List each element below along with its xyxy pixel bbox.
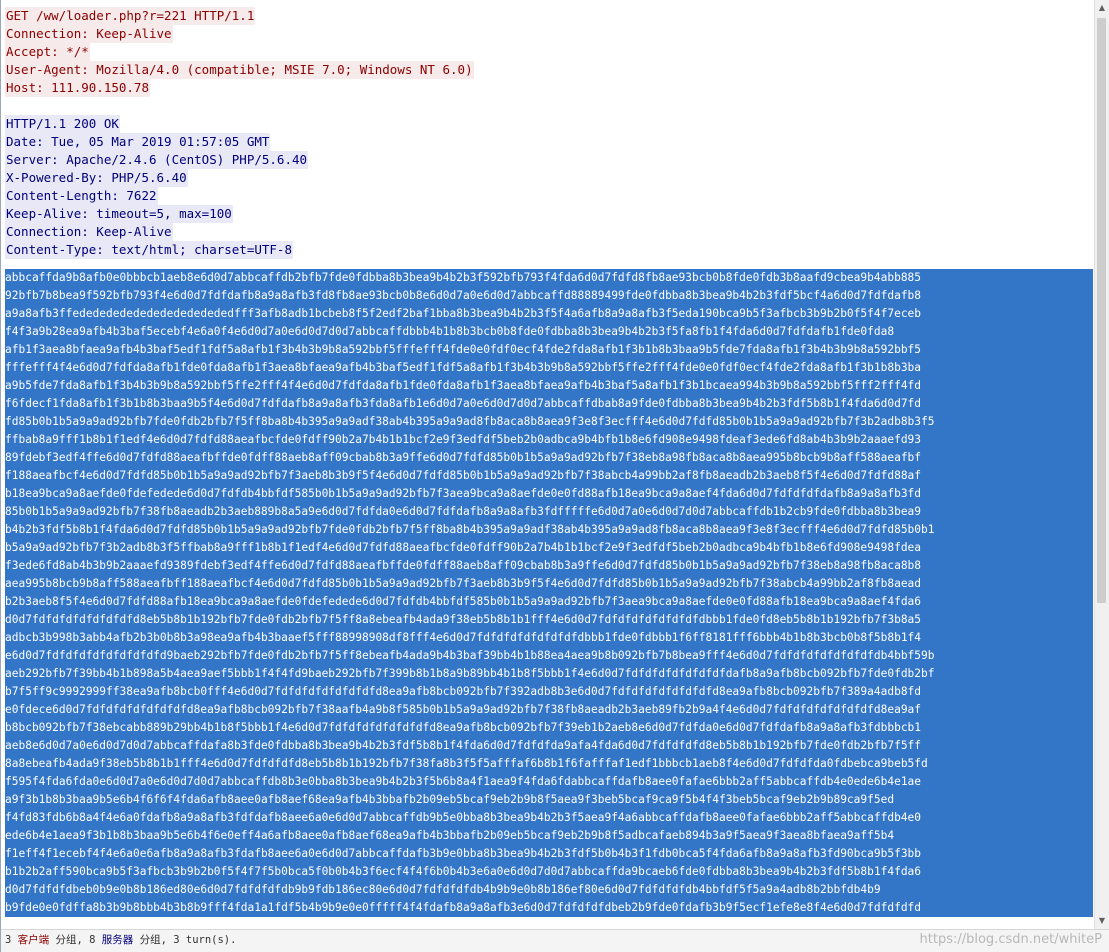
vertical-scrollbar[interactable]: ▲ ▼ bbox=[1094, 0, 1109, 929]
body-hex-line: b5a9a9ad92bfb7f3b2adb8b3f5ffbab8a9fff1b8… bbox=[5, 539, 1093, 557]
scroll-up-arrow-icon[interactable]: ▲ bbox=[1095, 0, 1109, 16]
response-header-line: HTTP/1.1 200 OK bbox=[5, 115, 120, 133]
response-header-line: Content-Length: 7622 bbox=[5, 187, 158, 205]
scroll-down-arrow-icon[interactable]: ▼ bbox=[1095, 913, 1109, 929]
body-hex-line: e6d0d7fdfdfdfdfdfdfdfdfd9baeb292bfb7fde0… bbox=[5, 647, 1093, 665]
response-header-line: Connection: Keep-Alive bbox=[5, 223, 173, 241]
body-hex-line: aea995b8bcb9b8aff588aeafbff188aeafbcf4e6… bbox=[5, 575, 1093, 593]
server-label: 服务器 bbox=[101, 934, 134, 946]
body-hex-line: 8a8ebeafb4ada9f38eb5b8b1b1fff4e6d0d7fdfd… bbox=[5, 755, 1093, 773]
body-hex-line: f6fdecf1fda8afb1f3b1b8b3baa9b5f4e6d0d7fd… bbox=[5, 395, 1093, 413]
body-hex-line: e0fdece6d0d7fdfdfdfdfdfdfdfd8ea9afb8bcb0… bbox=[5, 701, 1093, 719]
status-bar: 3 客户端 分组, 8 服务器 分组, 3 turn(s). https://b… bbox=[1, 929, 1109, 952]
body-hex-line: 89fdebf3edf4ffe6d0d7fdfd88aeafbffde0fdff… bbox=[5, 449, 1093, 467]
stream-content[interactable]: GET /ww/loader.php?r=221 HTTP/1.1 Connect… bbox=[1, 0, 1095, 929]
body-hex-line: afb1f3aea8bfaea9afb4b3baf5edf1fdf5a8afb1… bbox=[5, 341, 1093, 359]
body-hex-line: 85b0b1b5a9a9ad92bfb7f38fb8aeadb2b3aeb889… bbox=[5, 503, 1093, 521]
body-hex-line: aeb8e6d0d7a0e6d0d7d0d7abbcaffdafa8b3fde0… bbox=[5, 737, 1093, 755]
body-hex-line: fffefff4f4e6d0d7fdfda8afb1fde0fda8afb1f3… bbox=[5, 359, 1093, 377]
response-header-line: Date: Tue, 05 Mar 2019 01:57:05 GMT bbox=[5, 133, 271, 151]
response-header-line: Keep-Alive: timeout=5, max=100 bbox=[5, 205, 233, 223]
body-hex-line: a9f3b1b8b3baa9b5e6b4f6f6f4fda6afb8aee0af… bbox=[5, 791, 1093, 809]
body-hex-line: b2b3aeb8f5f4e6d0d7fdfd88afb18ea9bca9a8ae… bbox=[5, 593, 1093, 611]
status-count-middle: 分组, 8 bbox=[49, 934, 102, 946]
response-header-line: Content-Type: text/html; charset=UTF-8 bbox=[5, 241, 293, 259]
body-hex-line: aeb292bfb7f39bb4b1b898a5b4aea9aef5bbb1f4… bbox=[5, 665, 1093, 683]
response-header-line: Server: Apache/2.4.6 (CentOS) PHP/5.6.40 bbox=[5, 151, 309, 169]
request-header-line: Connection: Keep-Alive bbox=[5, 25, 173, 43]
response-header-line: X-Powered-By: PHP/5.6.40 bbox=[5, 169, 188, 187]
body-hex-line: f4fd83fdb6b8a4f4e6a0fdafb8a9a8afb3fdfdaf… bbox=[5, 809, 1093, 827]
body-hex-line: d0d7fdfdfdfdfdfdfdfd8eb5b8b1b192bfb7fde0… bbox=[5, 611, 1093, 629]
body-hex-line: ffbab8a9fff1b8b1f1edf4e6d0d7fdfd88aeafbc… bbox=[5, 431, 1093, 449]
body-hex-line: ede6b4e1aea9f3b1b8b3baa9b5e6b4f6e0eff4a6… bbox=[5, 827, 1093, 845]
body-hex-line: f188aeafbcf4e6d0d7fdfd85b0b1b5a9a9ad92bf… bbox=[5, 467, 1093, 485]
watermark: https://blog.csdn.net/whiteP bbox=[919, 932, 1102, 947]
request-header-line: Host: 111.90.150.78 bbox=[5, 79, 150, 97]
body-hex-line: a9a8afb3ffededededededededededededfff3af… bbox=[5, 305, 1093, 323]
status-count-prefix: 3 bbox=[5, 934, 18, 946]
response-body-selected: abbcaffda9b8afb0e0bbbcb1aeb8e6d0d7abbcaf… bbox=[5, 269, 1093, 917]
body-hex-line: f4f3a9b28ea9afb4b3baf5ecebf4e6a0f4e6d0d7… bbox=[5, 323, 1093, 341]
body-hex-line: d0d7fdfdfdbeb0b9e0b8b186ed80e6d0d7fdfdfd… bbox=[5, 881, 1093, 899]
request-header-line: User-Agent: Mozilla/4.0 (compatible; MSI… bbox=[5, 61, 474, 79]
body-hex-line: b7f5ff9c9992999ff38ea9afb8bcb0fff4e6d0d7… bbox=[5, 683, 1093, 701]
body-hex-line: b8bcb092bfb7f38ebcabb889b29bb4b1b8f5bbb1… bbox=[5, 719, 1093, 737]
scrollbar-thumb[interactable] bbox=[1097, 18, 1106, 603]
body-hex-line: f1eff4f1ecebf4f4e6a0e6afb8a9a8afb3fdafb8… bbox=[5, 845, 1093, 863]
body-hex-line: 92bfb7b8bea9f592bfb793f4e6d0d7fdfdafb8a9… bbox=[5, 287, 1093, 305]
body-hex-line: adbcb3b998b3abb4afb2b3b0b8b3a98ea9afb4b3… bbox=[5, 629, 1093, 647]
body-hex-line: b18ea9bca9a8aefde0fdefedede6d0d7fdfdb4bb… bbox=[5, 485, 1093, 503]
body-hex-line: b4b2b3fdf5b8b1f4fda6d0d7fdfd85b0b1b5a9a9… bbox=[5, 521, 1093, 539]
follow-tcp-stream-window: GET /ww/loader.php?r=221 HTTP/1.1 Connect… bbox=[0, 0, 1109, 952]
status-count-suffix: 分组, 3 turn(s). bbox=[133, 934, 237, 946]
body-hex-line: f595f4fda6fda0e6d0d7a0e6d0d7d0d7abbcaffd… bbox=[5, 773, 1093, 791]
body-hex-line: a9b5fde7fda8afb1f3b4b3b9b8a592bbf5ffe2ff… bbox=[5, 377, 1093, 395]
request-header-line: Accept: */* bbox=[5, 43, 90, 61]
body-hex-line: abbcaffda9b8afb0e0bbbcb1aeb8e6d0d7abbcaf… bbox=[5, 269, 1093, 287]
body-hex-line: f3ede6fd8ab4b3b9b2aaaefd9389fdebf3edf4ff… bbox=[5, 557, 1093, 575]
client-label: 客户端 bbox=[17, 934, 50, 946]
request-header-line: GET /ww/loader.php?r=221 HTTP/1.1 bbox=[5, 7, 256, 25]
body-hex-line: b1b2b2aff590bca9b5f3afbcb3b9b2b0f5f4f7f5… bbox=[5, 863, 1093, 881]
body-hex-line: fd85b0b1b5a9a9ad92bfb7fde0fdb2bfb7f5ff8b… bbox=[5, 413, 1093, 431]
body-hex-line: b9fde0e0fdffa8b3b9b8bbb4b3b8b9fff4fda1a1… bbox=[5, 899, 1093, 917]
